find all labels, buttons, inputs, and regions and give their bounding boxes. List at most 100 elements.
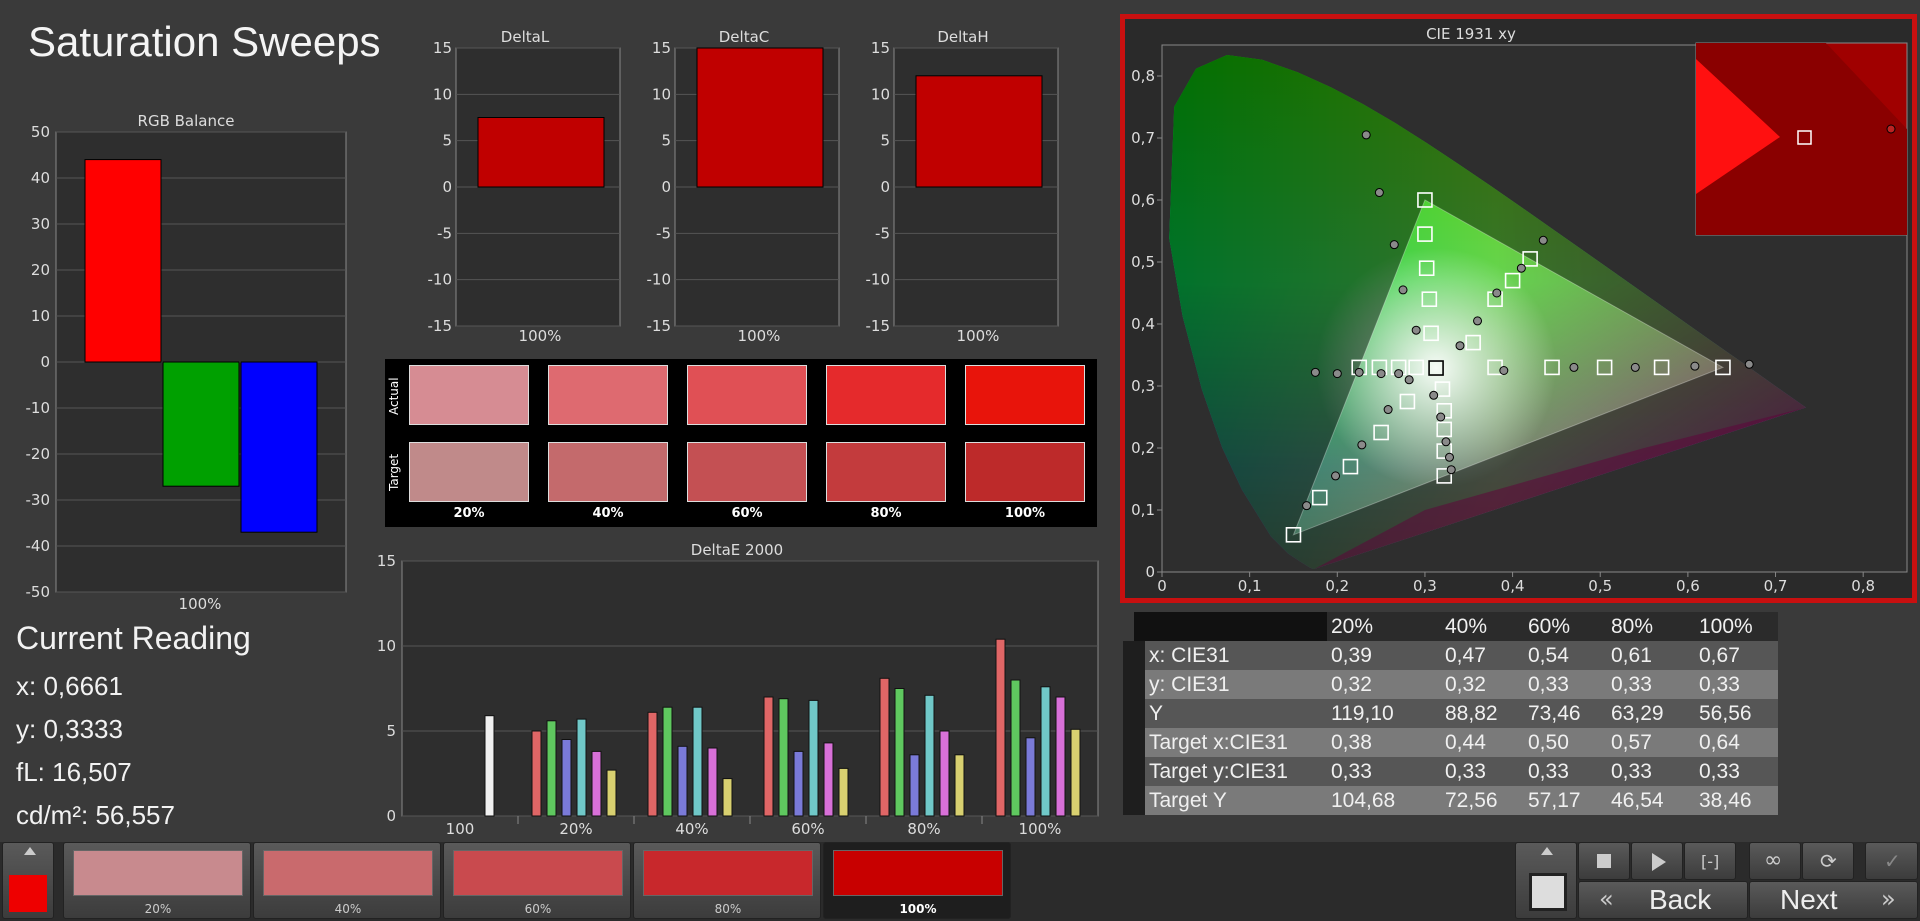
step-select-button[interactable]: 40%: [253, 842, 441, 919]
delta-bar: [915, 75, 1043, 188]
checkmark-icon: ✓: [1884, 849, 1901, 873]
delta-y-tick: -15: [428, 317, 453, 335]
actual-swatch: [826, 365, 946, 425]
refresh-icon: ⟳: [1820, 849, 1837, 873]
deltae-y-tick: 10: [377, 637, 396, 655]
cie-title: CIE 1931 xy: [1426, 25, 1516, 43]
step-icon: [-]: [1701, 852, 1720, 871]
delta-y-tick: -5: [656, 224, 671, 242]
delta-y-tick: 5: [880, 132, 890, 150]
delta-y-tick: -10: [428, 271, 453, 289]
actual-marker: [1744, 359, 1754, 369]
confirm-button[interactable]: ✓: [1865, 842, 1918, 880]
play-icon: [1652, 853, 1666, 871]
table-cell: 0,54: [1524, 641, 1607, 670]
table-cell: 0,33: [1524, 670, 1607, 699]
refresh-button[interactable]: ⟳: [1802, 842, 1854, 880]
actual-marker: [1569, 362, 1579, 372]
zoom-inset: [1695, 42, 1908, 236]
deltae-bar: [954, 754, 965, 817]
delta-chart-title: DeltaH: [937, 28, 988, 46]
delta-y-tick: -15: [647, 317, 672, 335]
loop-button[interactable]: ∞: [1749, 842, 1801, 880]
deltae-x-tick: 100: [446, 820, 475, 838]
table-cell: 119,10: [1327, 699, 1441, 728]
delta-y-tick: -10: [866, 271, 891, 289]
actual-marker: [1516, 263, 1526, 273]
delta-x-label: 100%: [738, 327, 781, 345]
actual-marker: [1354, 367, 1364, 377]
reading-x: x: 0,6661: [16, 671, 123, 701]
deltae-bar: [909, 754, 920, 817]
table-cell: 0,33: [1695, 757, 1778, 786]
table-cell: 0,33: [1607, 757, 1695, 786]
step-select-button[interactable]: 100%: [823, 842, 1011, 919]
rgb-y-tick: -30: [26, 491, 51, 509]
actual-marker: [1446, 465, 1456, 475]
cie-y-tick: 0,5: [1131, 253, 1155, 271]
table-header-cell: 60%: [1524, 612, 1607, 641]
table-cell: 63,29: [1607, 699, 1695, 728]
cie-x-tick: 0,5: [1588, 577, 1612, 595]
deltae-bar: [591, 750, 602, 817]
deltae-bar: [1025, 737, 1036, 817]
actual-marker: [1411, 325, 1421, 335]
rgb-y-tick: -50: [26, 583, 51, 601]
step-select-button[interactable]: 20%: [63, 842, 251, 919]
window-icon: [1529, 873, 1567, 911]
deltae-bar: [778, 698, 789, 817]
table-cell: Target y:CIE31: [1123, 757, 1327, 786]
cie-y-tick: 0,3: [1131, 377, 1155, 395]
pattern-window-button[interactable]: [1515, 842, 1577, 919]
actual-marker: [1499, 366, 1509, 375]
table-header-cell: 100%: [1695, 612, 1778, 641]
table-cell: 0,44: [1441, 728, 1524, 757]
deltae-2000-chart: DeltaE 2000 0 5 10 15 100 20% 40% 60% 80% 100%: [377, 541, 1099, 838]
deltae-title: DeltaE 2000: [691, 541, 783, 559]
cie-y-tick: 0,7: [1131, 129, 1155, 147]
table-header: 20% 40% 60% 80% 100%: [1134, 612, 1778, 641]
play-button[interactable]: [1631, 842, 1683, 880]
table-cell: 0,38: [1327, 728, 1441, 757]
deltae-bar: [692, 706, 703, 817]
delta-y-tick: -15: [866, 317, 891, 335]
target-swatch: [409, 442, 529, 502]
step-button[interactable]: [-]: [1684, 842, 1736, 880]
table-cell: Target x:CIE31: [1123, 728, 1327, 757]
deltae-bar: [894, 688, 905, 817]
step-label: 100%: [899, 902, 937, 916]
inset-actual-marker: [1886, 124, 1896, 134]
rgb-y-tick: 20: [31, 261, 50, 279]
cie-y-tick: 0,2: [1131, 439, 1155, 457]
step-select-button[interactable]: 60%: [443, 842, 631, 919]
table-row: Target Y 104,68 72,56 57,17 46,54 38,46: [1123, 786, 1778, 815]
delta-x-label: 100%: [957, 327, 1000, 345]
deltae-bar: [677, 745, 688, 817]
step-select-button[interactable]: 80%: [633, 842, 821, 919]
table-header-cell: 20%: [1327, 612, 1441, 641]
table-row: y: CIE31 0,32 0,32 0,33 0,33 0,33: [1123, 670, 1778, 699]
rgb-y-tick: -40: [26, 537, 51, 555]
delta-bar: [477, 117, 605, 188]
table-header-cell: 80%: [1607, 612, 1695, 641]
back-button[interactable]: « Back: [1578, 881, 1748, 919]
deltae-bar: [546, 720, 557, 817]
deltae-bar: [707, 747, 718, 817]
delta-x-label: 100%: [519, 327, 562, 345]
cie-x-tick: 0,8: [1851, 577, 1875, 595]
cie-x-tick: 0,6: [1676, 577, 1700, 595]
deltae-bar: [647, 711, 658, 817]
stop-button[interactable]: [1578, 842, 1630, 880]
table-cell: 104,68: [1327, 786, 1441, 815]
cie-x-tick: 0,7: [1764, 577, 1788, 595]
actual-marker: [1361, 130, 1371, 140]
next-button[interactable]: Next »: [1749, 881, 1918, 919]
delta-bar: [696, 47, 824, 188]
swatch-label: 60%: [731, 506, 763, 521]
table-cell: 0,67: [1695, 641, 1778, 670]
delta-y-tick: -5: [437, 224, 452, 242]
current-color-button[interactable]: [2, 842, 54, 919]
table-cell: 0,39: [1327, 641, 1441, 670]
table-cell: Target Y: [1123, 786, 1327, 815]
stop-icon: [1597, 854, 1611, 868]
